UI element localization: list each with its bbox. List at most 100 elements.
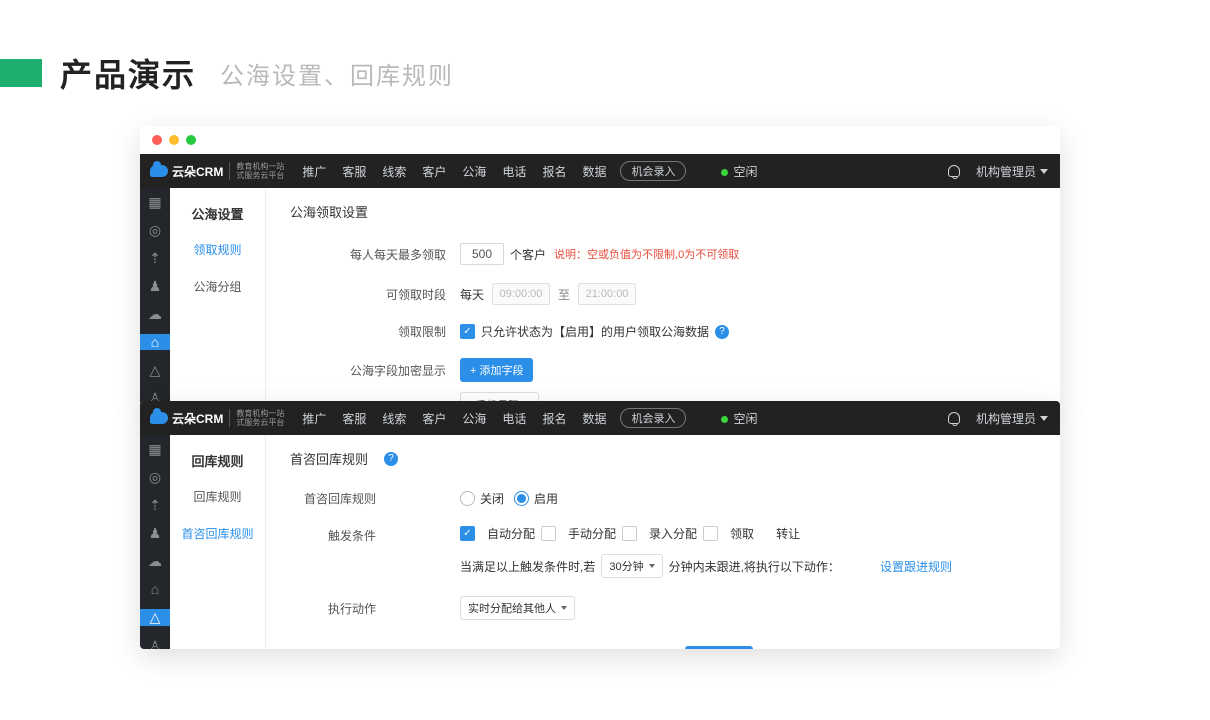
trigger-line: 当满足以上触发条件时,若 [460, 558, 595, 575]
nav-item[interactable]: 线索 [382, 410, 406, 427]
label-trigger: 触发条件 [290, 525, 390, 544]
max-note: 说明：空或负值为不限制,0为不可领取 [554, 246, 739, 262]
logo: 云朵CRM 教育机构一站式服务云平台 [150, 162, 284, 180]
time-prefix: 每天 [460, 286, 484, 303]
time-sep: 至 [558, 286, 570, 303]
zoom-icon[interactable] [186, 135, 196, 145]
radio-off-label: 关闭 [480, 490, 504, 507]
topbar: 云朵CRM 教育机构一站式服务云平台 推广 客服 线索 客户 公海 电话 报名 … [140, 401, 1060, 435]
checkbox[interactable]: ✓ [460, 526, 475, 541]
trigger-tail: 分钟内未跟进,将执行以下动作： [669, 558, 840, 575]
logo: 云朵CRM 教育机构一站式服务云平台 [150, 409, 284, 427]
cloud-icon [150, 165, 168, 177]
content: 公海领取设置 每人每天最多领取 个客户 说明：空或负值为不限制,0为不可领取 可… [266, 188, 1060, 406]
panel-gonghai: 云朵CRM 教育机构一站式服务云平台 推广 客服 线索 客户 公海 电话 报名 … [140, 126, 1060, 406]
user-menu[interactable]: 机构管理员 [976, 163, 1048, 180]
max-input[interactable] [460, 243, 504, 265]
checkbox[interactable] [703, 526, 718, 541]
nav-item[interactable]: 报名 [542, 410, 566, 427]
icon-rail: ▦ ◎ ⇡ ♟ ☁ ⌂ △ ♙ [140, 188, 170, 406]
radio-off[interactable] [460, 491, 475, 506]
checkbox[interactable] [622, 526, 637, 541]
nav-item[interactable]: 客户 [422, 410, 446, 427]
rail-grid-icon[interactable]: ▦ [147, 194, 163, 210]
content: 首咨回库规则 ? 首咨回库规则 关闭 启用 触发条件 ✓自动 [266, 435, 1060, 649]
logo-subtext: 教育机构一站式服务云平台 [229, 162, 284, 180]
minimize-icon[interactable] [169, 135, 179, 145]
nav-item[interactable]: 公海 [462, 410, 486, 427]
label-time: 可领取时段 [290, 286, 460, 303]
side-item[interactable]: 公海分组 [170, 268, 265, 305]
radio-on[interactable] [514, 491, 529, 506]
slide-header: 产品演示 公海设置、回库规则 [0, 0, 1210, 126]
user-menu[interactable]: 机构管理员 [976, 410, 1048, 427]
rail-shield-icon[interactable]: ◎ [147, 469, 163, 485]
save-button[interactable]: 保存 [685, 646, 753, 649]
rail-recycle-icon[interactable]: △ [140, 609, 170, 626]
label-limit: 领取限制 [290, 323, 460, 340]
rail-grid-icon[interactable]: ▦ [147, 441, 163, 457]
slide-title: 产品演示 [60, 50, 196, 96]
status: 空闲 [721, 163, 757, 180]
rail-person-icon[interactable]: ♙ [147, 638, 163, 649]
nav-item[interactable]: 客户 [422, 163, 446, 180]
max-unit: 个客户 [510, 246, 546, 263]
rail-user-icon[interactable]: ♟ [147, 278, 163, 294]
rail-cloud-icon[interactable]: ☁ [147, 306, 163, 322]
side-column: 公海设置 领取规则 公海分组 [170, 188, 266, 406]
rail-shield-icon[interactable]: ◎ [147, 222, 163, 238]
setup-rule-link[interactable]: 设置跟进规则 [880, 558, 952, 575]
help-icon[interactable]: ? [715, 325, 729, 339]
nav-item[interactable]: 公海 [462, 163, 486, 180]
window-controls [140, 126, 1060, 154]
action-select[interactable]: 实时分配给其他人 [460, 596, 575, 620]
nav-item[interactable]: 电话 [502, 410, 526, 427]
close-icon[interactable] [152, 135, 162, 145]
slide-subtitle: 公海设置、回库规则 [220, 56, 454, 91]
nav-item[interactable]: 数据 [582, 163, 606, 180]
chevron-down-icon [561, 606, 567, 610]
nav-item[interactable]: 推广 [302, 163, 326, 180]
nav-item[interactable]: 客服 [342, 410, 366, 427]
pill-button[interactable]: 机会录入 [620, 408, 686, 428]
bell-icon[interactable] [948, 412, 960, 424]
panel-huiku: 云朵CRM 教育机构一站式服务云平台 推广 客服 线索 客户 公海 电话 报名 … [140, 401, 1060, 649]
add-field-button[interactable]: + 添加字段 [460, 358, 533, 382]
nav-item[interactable]: 客服 [342, 163, 366, 180]
pill-button[interactable]: 机会录入 [620, 161, 686, 181]
radio-on-label: 启用 [534, 490, 558, 507]
logo-text: 云朵CRM [172, 163, 223, 180]
checkbox[interactable] [541, 526, 556, 541]
topbar: 云朵CRM 教育机构一站式服务云平台 推广 客服 线索 客户 公海 电话 报名 … [140, 154, 1060, 188]
rail-home-icon[interactable]: ⌂ [147, 581, 163, 597]
help-icon[interactable]: ? [384, 452, 398, 466]
rail-user-icon[interactable]: ♟ [147, 525, 163, 541]
rail-home-icon[interactable]: ⌂ [140, 334, 170, 350]
label-encrypt: 公海字段加密显示 [290, 358, 460, 379]
nav-item[interactable]: 电话 [502, 163, 526, 180]
bell-icon[interactable] [948, 165, 960, 177]
rail-cloud-icon[interactable]: ☁ [147, 553, 163, 569]
side-item[interactable]: 首咨回库规则 [170, 515, 265, 552]
icon-rail: ▦ ◎ ⇡ ♟ ☁ ⌂ △ ♙ [140, 435, 170, 649]
rail-chart-icon[interactable]: ⇡ [147, 250, 163, 266]
chevron-down-icon [1040, 169, 1048, 174]
time-to-input[interactable] [578, 283, 636, 305]
nav-item[interactable]: 线索 [382, 163, 406, 180]
time-from-input[interactable] [492, 283, 550, 305]
label-max: 每人每天最多领取 [290, 246, 460, 263]
nav-item[interactable]: 数据 [582, 410, 606, 427]
nav-item[interactable]: 报名 [542, 163, 566, 180]
topnav: 推广 客服 线索 客户 公海 电话 报名 数据 [302, 163, 606, 180]
accent-bar [0, 59, 42, 87]
rail-recycle-icon[interactable]: △ [147, 362, 163, 378]
rail-chart-icon[interactable]: ⇡ [147, 497, 163, 513]
label-action: 执行动作 [290, 600, 390, 617]
duration-select[interactable]: 30分钟 [601, 554, 662, 578]
checkbox-checked[interactable]: ✓ [460, 324, 475, 339]
cloud-icon [150, 412, 168, 424]
side-column: 回库规则 回库规则 首咨回库规则 [170, 435, 266, 649]
side-item[interactable]: 领取规则 [170, 231, 265, 268]
side-item[interactable]: 回库规则 [170, 478, 265, 515]
nav-item[interactable]: 推广 [302, 410, 326, 427]
